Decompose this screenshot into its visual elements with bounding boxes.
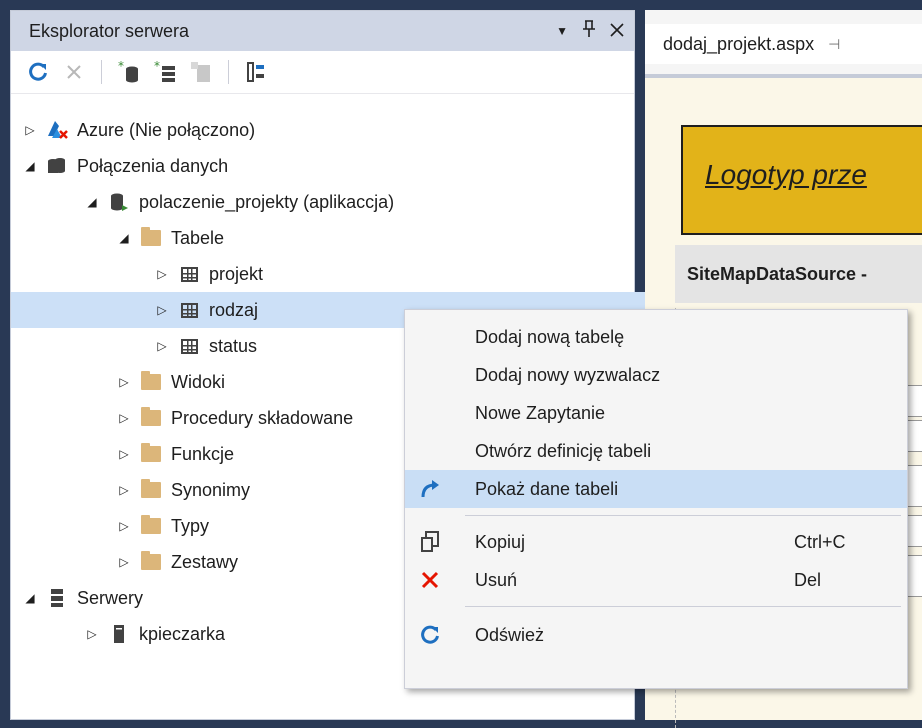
refresh-icon [415, 620, 445, 650]
servers-icon [45, 587, 69, 609]
folder-icon [139, 407, 163, 429]
folder-icon [139, 227, 163, 249]
expand-arrow-icon[interactable]: ▷ [115, 447, 133, 461]
stop-icon[interactable] [61, 58, 87, 86]
table-icon [177, 335, 201, 357]
delete-icon [415, 565, 445, 595]
designer-control[interactable] [907, 420, 922, 452]
copy-icon [415, 527, 445, 557]
folder-icon [139, 443, 163, 465]
tab-dodaj-projekt[interactable]: dodaj_projekt.aspx ⊣ [645, 24, 922, 64]
add-connection-icon[interactable]: * [116, 58, 142, 86]
menu-item-new-query[interactable]: Nowe Zapytanie [405, 394, 907, 432]
dropdown-icon[interactable]: ▼ [556, 24, 568, 38]
collapse-arrow-icon[interactable]: ◢ [21, 591, 39, 605]
tree-item-label: Tabele [171, 227, 225, 248]
folder-icon [139, 551, 163, 573]
context-menu: Dodaj nową tabelę Dodaj nowy wyzwalacz N… [404, 309, 908, 689]
shortcut-label: Ctrl+C [794, 531, 846, 552]
folder-icon [139, 371, 163, 393]
sitemap-label: SiteMapDataSource - [687, 263, 868, 284]
table-icon [177, 263, 201, 285]
add-server-icon[interactable]: * [152, 58, 178, 86]
database-icon [107, 191, 131, 213]
tree-item-label: kpieczarka [139, 623, 226, 644]
expand-arrow-icon[interactable]: ▷ [115, 519, 133, 533]
tree-item-label: status [209, 335, 258, 356]
tree-item-label: rodzaj [209, 299, 259, 320]
designer-control[interactable] [907, 515, 922, 547]
tree-item-label: Funkcje [171, 443, 235, 464]
expand-arrow-icon[interactable]: ▷ [21, 123, 39, 137]
database-connections-icon [45, 155, 69, 177]
menu-item-refresh[interactable]: Odśwież [405, 616, 907, 654]
toolbar-separator [101, 60, 102, 84]
tree-item-label: polaczenie_projekty (aplikaccja) [139, 191, 395, 212]
tree-item-label: Azure (Nie połączono) [77, 119, 256, 140]
expand-arrow-icon[interactable]: ▷ [115, 483, 133, 497]
menu-item-add-table[interactable]: Dodaj nową tabelę [405, 318, 907, 356]
menu-item-add-trigger[interactable]: Dodaj nowy wyzwalacz [405, 356, 907, 394]
svg-text:*: * [154, 60, 160, 73]
menu-item-delete[interactable]: Usuń Del [405, 561, 907, 599]
expand-arrow-icon[interactable]: ▷ [115, 555, 133, 569]
tree-item-connection[interactable]: ◢ polaczenie_projekty (aplikaccja) [11, 184, 706, 220]
expand-arrow-icon[interactable]: ▷ [115, 375, 133, 389]
menu-separator [465, 606, 901, 607]
menu-separator [465, 515, 901, 516]
tree-item-label: Procedury składowane [171, 407, 354, 428]
logo-text: Logotyp prze [705, 159, 867, 190]
designer-control[interactable] [907, 465, 922, 507]
expand-arrow-icon[interactable]: ▷ [115, 411, 133, 425]
document-tabbar: dodaj_projekt.aspx ⊣ [645, 10, 922, 78]
add-sharepoint-icon[interactable] [188, 58, 214, 86]
tree-item-label: projekt [209, 263, 264, 284]
designer-control[interactable] [907, 555, 922, 597]
expand-arrow-icon[interactable]: ▷ [153, 339, 171, 353]
tree-item-azure[interactable]: ▷ Azure (Nie połączono) [11, 112, 644, 148]
expand-arrow-icon[interactable]: ▷ [153, 267, 171, 281]
pin-icon[interactable] [582, 19, 596, 43]
folder-icon [139, 479, 163, 501]
collapse-arrow-icon[interactable]: ◢ [83, 195, 101, 209]
folder-icon [139, 515, 163, 537]
svg-text:*: * [118, 60, 124, 73]
explorer-toolbar: * * [11, 51, 634, 94]
tree-item-label: Synonimy [171, 479, 251, 500]
refresh-icon[interactable] [25, 58, 51, 86]
expand-arrow-icon[interactable]: ▷ [153, 303, 171, 317]
tree-item-data-connections[interactable]: ◢ Połączenia danych [11, 148, 644, 184]
server-icon [107, 623, 131, 645]
tree-item-label: Serwery [77, 587, 144, 608]
tree-item-label: Zestawy [171, 551, 239, 572]
tree-item-label: Typy [171, 515, 210, 536]
toolbar-separator [228, 60, 229, 84]
tab-underline [645, 74, 922, 78]
menu-item-copy[interactable]: Kopiuj Ctrl+C [405, 523, 907, 561]
tree-item-label: Widoki [171, 371, 226, 392]
collapse-arrow-icon[interactable]: ◢ [115, 231, 133, 245]
shortcut-label: Del [794, 569, 822, 590]
tree-item-tables[interactable]: ◢ Tabele [11, 220, 738, 256]
tree-item-label: Połączenia danych [77, 155, 229, 176]
table-icon [177, 299, 201, 321]
collapse-arrow-icon[interactable]: ◢ [21, 159, 39, 173]
azure-icon [45, 119, 69, 141]
sitemap-datasource-control[interactable]: SiteMapDataSource - [675, 245, 922, 303]
close-icon[interactable] [610, 21, 624, 42]
tab-label: dodaj_projekt.aspx [663, 33, 815, 54]
properties-icon[interactable] [243, 58, 269, 86]
menu-item-open-table-definition[interactable]: Otwórz definicję tabeli [405, 432, 907, 470]
panel-titlebar: Eksplorator serwera ▼ [11, 11, 634, 51]
pin-tab-icon[interactable]: ⊣ [828, 36, 840, 53]
menu-item-show-table-data[interactable]: Pokaż dane tabeli [405, 470, 907, 508]
logo-placeholder: Logotyp prze [681, 125, 922, 235]
show-data-icon [415, 474, 445, 504]
expand-arrow-icon[interactable]: ▷ [83, 627, 101, 641]
panel-title: Eksplorator serwera [29, 20, 190, 41]
